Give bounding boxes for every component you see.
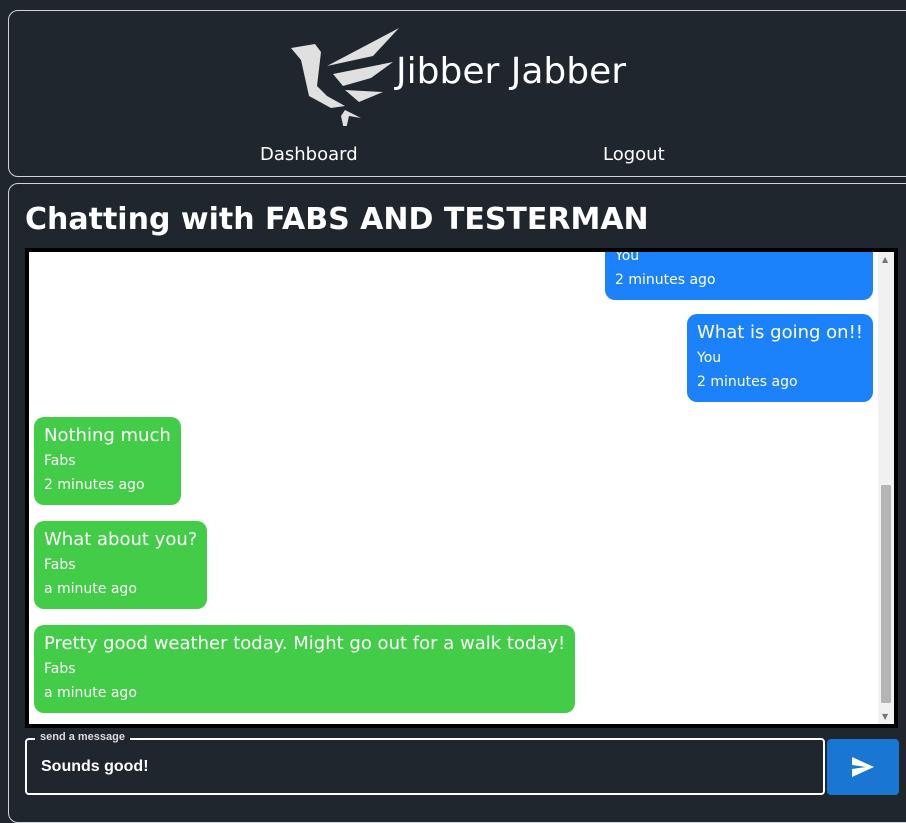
message-bubble: Pretty good weather today. Might go out … xyxy=(34,625,576,713)
message-time: a minute ago xyxy=(44,685,137,701)
nav-dashboard[interactable]: Dashboard xyxy=(260,144,358,165)
scrollbar-thumb[interactable] xyxy=(881,485,891,703)
message-time: 2 minutes ago xyxy=(697,374,798,390)
message-list[interactable]: You 2 minutes ago What is going on!! You… xyxy=(25,248,898,728)
message-bubble: You 2 minutes ago xyxy=(605,248,873,300)
message-text: Pretty good weather today. Might go out … xyxy=(44,633,566,654)
message-bubble: Nothing much Fabs 2 minutes ago xyxy=(34,417,181,505)
message-input[interactable] xyxy=(39,757,799,777)
send-button[interactable] xyxy=(827,739,899,795)
message-time: 2 minutes ago xyxy=(44,477,145,493)
message-text: What is going on!! xyxy=(697,322,863,343)
message-field[interactable]: send a message xyxy=(25,731,825,795)
message-time: 2 minutes ago xyxy=(615,272,716,288)
scroll-down-icon[interactable]: ▼ xyxy=(882,712,888,721)
header: Jibber Jabber Dashboard Logout xyxy=(8,10,906,177)
message-bubble: What about you? Fabs a minute ago xyxy=(34,521,208,609)
message-time: a minute ago xyxy=(44,581,137,597)
app-title: Jibber Jabber xyxy=(396,51,627,92)
message-text: Nothing much xyxy=(44,425,171,446)
scrollbar[interactable]: ▲ ▼ xyxy=(878,252,894,724)
scroll-up-icon[interactable]: ▲ xyxy=(882,255,888,264)
chat-title: Chatting with FABS AND TESTERMAN xyxy=(25,202,649,237)
message-text: What about you? xyxy=(44,529,198,550)
bird-logo-icon xyxy=(291,28,399,126)
message-author: You xyxy=(615,248,640,264)
message-field-label: send a message xyxy=(35,731,130,743)
send-icon xyxy=(852,757,874,777)
message-author: You xyxy=(697,350,722,366)
message-author: Fabs xyxy=(44,661,76,677)
message-author: Fabs xyxy=(44,557,76,573)
message-author: Fabs xyxy=(44,453,76,469)
nav-logout[interactable]: Logout xyxy=(603,144,665,165)
chat-panel: Chatting with FABS AND TESTERMAN You 2 m… xyxy=(8,183,906,823)
message-bubble: What is going on!! You 2 minutes ago xyxy=(687,314,873,402)
